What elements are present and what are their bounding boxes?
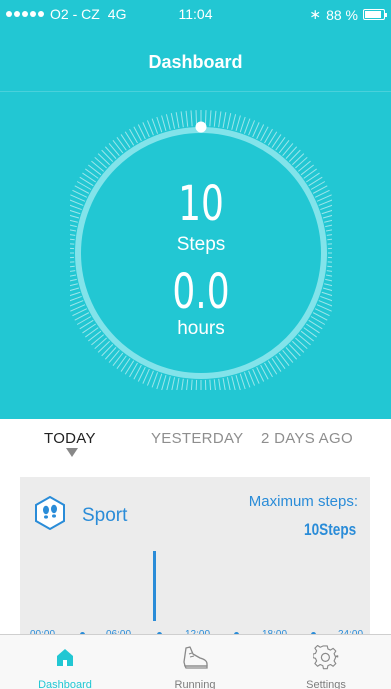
steps-value: 10 [178,176,224,232]
page-title: Dashboard [148,52,243,72]
tab-2-days-ago[interactable]: 2 DAYS AGO [261,430,353,447]
ring-progress-knob[interactable] [195,121,207,133]
dashboard-header: O2 - CZ 4G 11:04 ∗ 88 % Dashboard 10 Ste… [0,0,391,419]
activity-ring: 10 Steps 0.0 hours [70,110,332,390]
max-steps-label: Maximum steps: [248,493,358,510]
nav-divider [0,91,391,92]
hours-label: hours [177,318,225,339]
tab-dashboard[interactable]: Dashboard [0,635,130,689]
status-bar: O2 - CZ 4G 11:04 ∗ 88 % [0,0,391,26]
home-icon [57,649,73,666]
shoe-icon [183,646,208,669]
footprints-icon [35,496,65,530]
step-bar [153,551,156,621]
max-steps-value: 10Steps [303,520,356,539]
bluetooth-icon: ∗ [309,6,322,22]
steps-label: Steps [176,234,226,255]
status-right: ∗ 88 % [309,6,387,23]
battery-percent: 88 % [326,6,358,23]
sport-label: Sport [82,505,128,526]
tab-settings-label: Settings [306,679,346,689]
tab-running-label: Running [174,679,216,689]
tab-settings[interactable]: Settings [261,635,391,689]
tab-yesterday[interactable]: YESTERDAY [151,430,243,447]
tab-running[interactable]: Running [130,635,260,689]
selected-tab-indicator-icon [66,448,78,457]
hours-value: 0.0 [172,264,230,320]
day-selector: TODAY YESTERDAY 2 DAYS AGO [0,420,391,476]
battery-icon [363,9,387,20]
tab-today[interactable]: TODAY [44,430,96,447]
gear-icon [313,645,339,670]
bottom-tab-bar: Dashboard Running Settings [0,634,391,689]
app-screen: O2 - CZ 4G 11:04 ∗ 88 % Dashboard 10 Ste… [0,0,391,689]
tab-dashboard-label: Dashboard [38,679,92,689]
